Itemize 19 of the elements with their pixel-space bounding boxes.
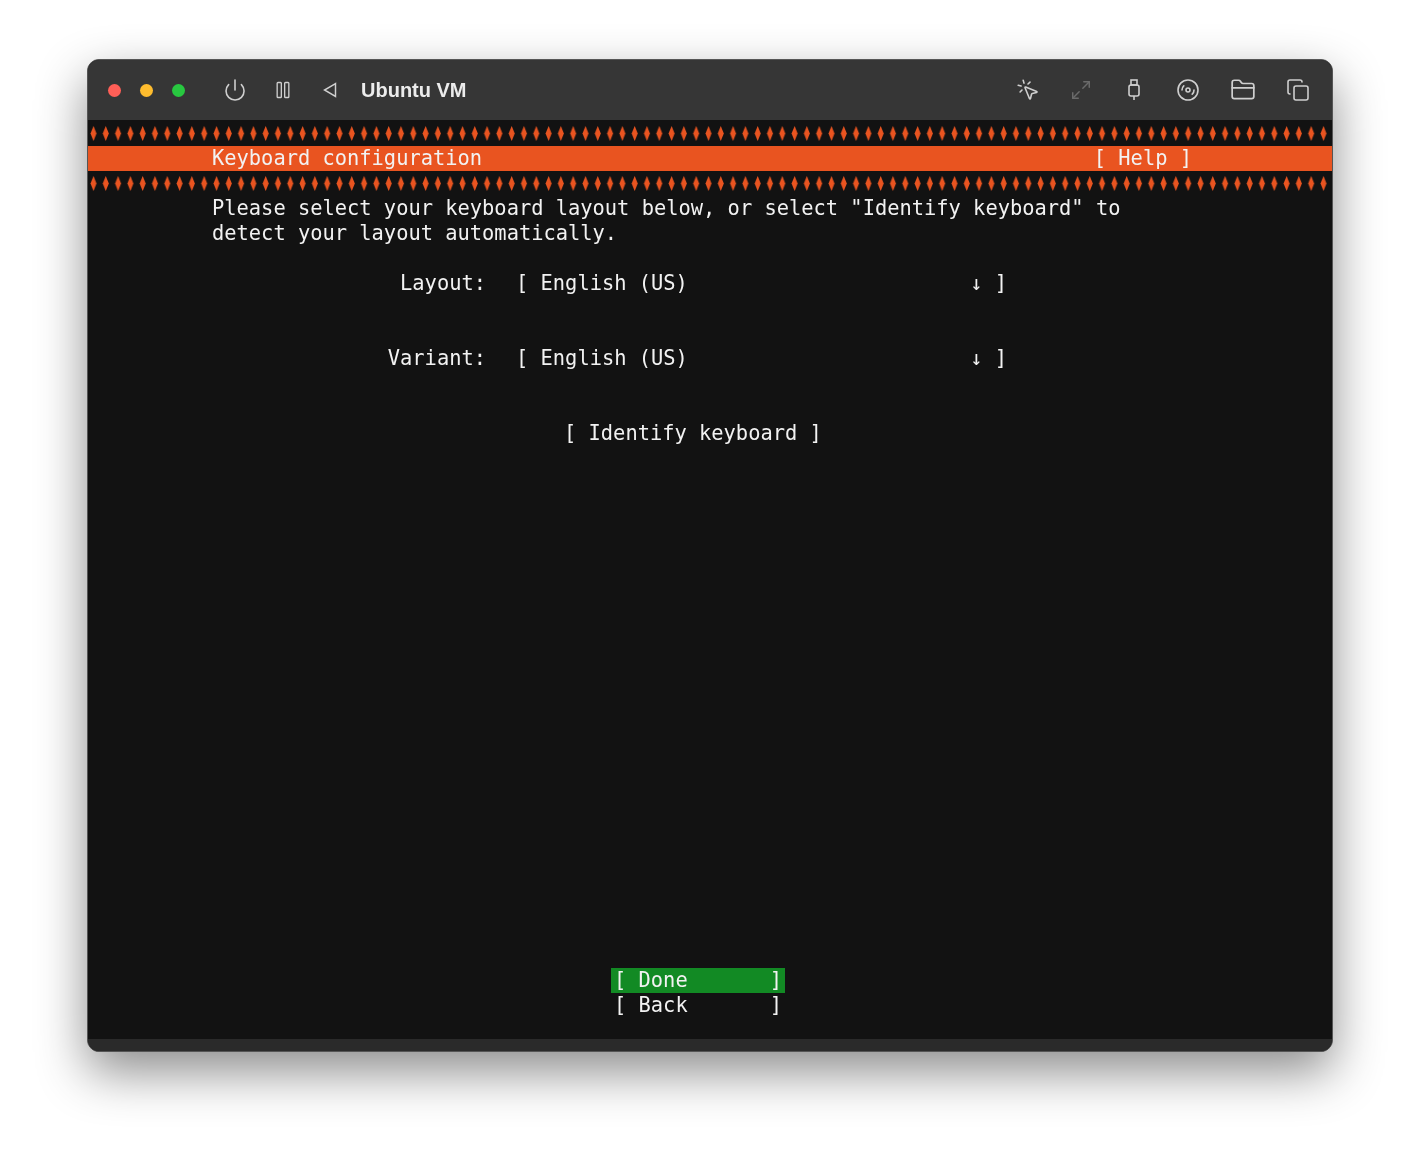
dropdown-field[interactable]: [ English (US) ↓ ] <box>516 271 1007 296</box>
dropdown-field[interactable]: [ English (US) ↓ ] <box>516 346 1007 371</box>
minimize-button[interactable] <box>140 83 153 97</box>
disc-icon[interactable] <box>1176 78 1200 102</box>
instruction-text: Please select your keyboard layout below, or select "Identify keyboard" to <box>212 196 1121 221</box>
windows-icon[interactable] <box>1286 78 1310 102</box>
field-label: Layout: <box>399 271 486 296</box>
close-button[interactable] <box>108 83 121 97</box>
instruction-text: detect your layout automatically. <box>212 221 618 246</box>
menu-button[interactable]: [ Done ] <box>611 968 785 993</box>
folder-icon[interactable] <box>1230 77 1256 103</box>
identify-keyboard-button[interactable]: [ Identify keyboard ] <box>564 421 822 446</box>
field-label: Variant: <box>386 346 486 371</box>
power-icon[interactable] <box>223 78 247 102</box>
window-title: Ubuntu VM <box>361 78 467 103</box>
cursor-click-icon[interactable] <box>1016 78 1040 102</box>
screen-title: Keyboard configuration <box>212 146 483 171</box>
zoom-button[interactable] <box>172 83 185 97</box>
menu-button[interactable]: [ Back ] <box>611 993 785 1018</box>
